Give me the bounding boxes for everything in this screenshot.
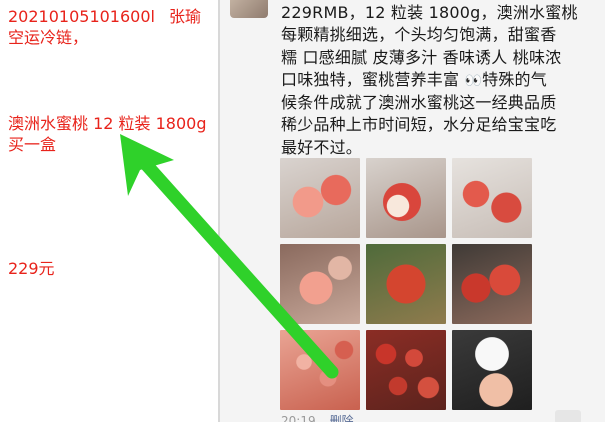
photo-grid [280,158,532,410]
customer-name: 张瑜 [168,7,201,26]
eyes-emoji-icon: 👀 [464,72,483,89]
note-product-block: 澳洲水蜜桃 12 粒装 1800g 买一盒 [8,113,207,155]
post-line-5: 候条件成就了澳洲水蜜桃这一经典品质 [281,93,557,113]
post-line-1: 229RMB，12 粒装 1800g，澳洲水蜜桃 [281,3,578,22]
post-line-7: 最好不过。 [281,137,363,157]
order-number: 20210105101600l [8,7,155,26]
post-line-6: 稀少品种上市时间短，水分足给宝宝吃 [281,115,557,135]
photo-thumbnail-3[interactable] [452,158,532,238]
post-line-4: 口味独特，蜜桃营养丰富 👀特殊的气 [281,69,601,92]
note-line-product: 澳洲水蜜桃 12 粒装 1800g [8,114,207,133]
delete-link[interactable]: 删除 [330,414,354,422]
post-line-2: 每颗精挑细选，个头均匀饱满，甜蜜香 [281,25,557,45]
photo-thumbnail-7[interactable] [280,330,360,410]
note-line-shipping: 空运冷链， [8,28,89,47]
post-line-4-text: 口味独特，蜜桃营养丰富 [281,69,465,89]
post-text: 229RMB，12 粒装 1800g，澳洲水蜜桃 每颗精挑细选，个头均匀饱满，甜… [281,2,601,159]
photo-thumbnail-1[interactable] [280,158,360,238]
avatar[interactable] [230,0,268,18]
post-line-3: 糯 口感细腻 皮薄多汁 香味诱人 桃味浓 [281,47,562,67]
moments-post: 229RMB，12 粒装 1800g，澳洲水蜜桃 每颗精挑细选，个头均匀饱满，甜… [220,0,605,422]
photo-thumbnail-2[interactable] [366,158,446,238]
note-price-block: 229元 [8,258,55,279]
more-actions-button[interactable] [555,410,581,422]
note-line-price: 229元 [8,259,55,278]
photo-thumbnail-5[interactable] [366,244,446,324]
note-line-order: 20210105101600l 张瑜 [8,6,218,27]
post-line-4-tail: 特殊的气 [482,69,547,89]
post-time: 20:19 [281,414,316,422]
photo-thumbnail-4[interactable] [280,244,360,324]
post-meta: 20:19 删除 [281,412,354,422]
note-panel: 20210105101600l 张瑜 空运冷链， 澳洲水蜜桃 12 粒装 1800… [0,0,218,422]
note-line-quantity: 买一盒 [8,135,57,154]
photo-thumbnail-9[interactable] [452,330,532,410]
photo-thumbnail-8[interactable] [366,330,446,410]
photo-thumbnail-6[interactable] [452,244,532,324]
